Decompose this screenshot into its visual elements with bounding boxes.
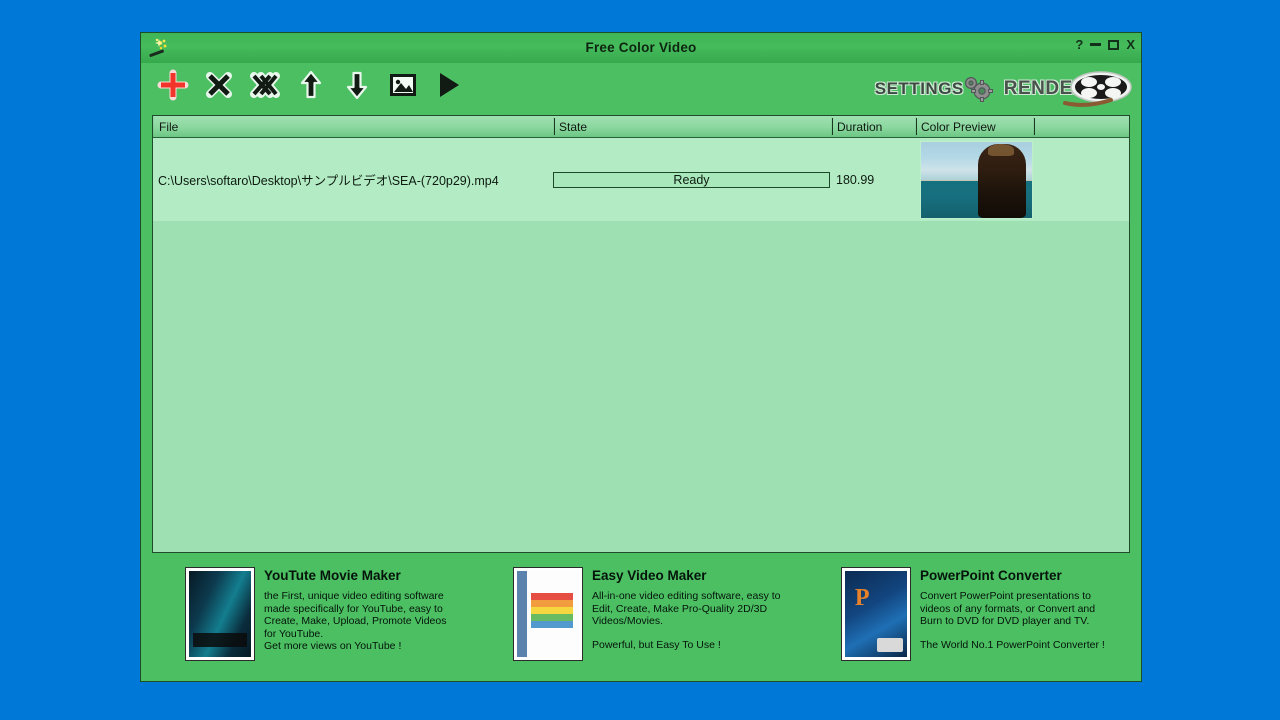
column-header-extra[interactable] [1033,116,1129,137]
play-icon [440,73,459,97]
cell-duration: 180.99 [836,172,875,187]
ad-tagline: The World No.1 PowerPoint Converter ! [920,638,1105,651]
promotion-panel: YouTute Movie Maker the First, unique vi… [141,553,1141,681]
cell-color-preview [915,138,1033,221]
ad-title: PowerPoint Converter [920,568,1062,583]
maximize-button[interactable] [1108,40,1120,50]
plus-icon [157,69,189,101]
film-reel-icon [1063,71,1132,107]
window-controls: ? X [1075,38,1135,52]
close-button[interactable]: X [1126,38,1135,52]
ad-title: Easy Video Maker [592,568,707,583]
x-icon [206,72,232,98]
cell-state: Ready [553,138,831,221]
ad-description: All-in-one video editing software, easy … [592,590,781,628]
column-header-duration[interactable]: Duration [831,116,915,137]
play-button[interactable] [431,65,467,105]
double-x-icon [250,72,280,98]
ad-youtube-movie-maker[interactable]: YouTute Movie Maker the First, unique vi… [185,567,465,681]
preview-image-button[interactable] [385,65,421,105]
list-header-row: File State Duration Color Preview [153,116,1129,138]
column-header-state[interactable]: State [553,116,831,137]
cell-extra [1033,138,1129,221]
help-button[interactable]: ? [1075,38,1083,52]
file-list[interactable]: File State Duration Color Preview C:\Use… [152,115,1130,553]
ad-boxart-powerpoint-converter [841,567,911,661]
minimize-button[interactable] [1090,42,1102,46]
ad-description: Convert PowerPoint presentations to vide… [920,590,1096,628]
settings-label: SETTINGS [874,79,964,98]
ad-easy-video-maker[interactable]: Easy Video Maker All-in-one video editin… [513,567,793,681]
status-badge: Ready [553,171,830,188]
cell-file: C:\Users\softaro\Desktop\サンプルビデオ\SEA-(72… [158,174,499,188]
column-header-color-preview[interactable]: Color Preview [915,116,1033,137]
toolbar-actions [155,65,467,105]
render-button[interactable]: RENDER [1004,69,1133,109]
arrow-up-icon [300,71,322,99]
remove-all-button[interactable] [247,65,283,105]
app-window: Free Color Video ? X SETTINGS RENDER Fil… [140,32,1142,682]
ad-title: YouTute Movie Maker [264,568,401,583]
column-header-file[interactable]: File [153,116,553,137]
picture-icon [390,74,416,96]
move-down-button[interactable] [339,65,375,105]
remove-file-button[interactable] [201,65,237,105]
settings-button[interactable]: SETTINGS [875,72,996,106]
table-row[interactable]: C:\Users\softaro\Desktop\サンプルビデオ\SEA-(72… [153,138,1129,221]
arrow-down-icon [346,71,368,99]
title-bar: Free Color Video ? X [141,33,1141,63]
color-preview-thumbnail [920,140,1033,219]
ad-description: the First, unique video editing software… [264,590,447,653]
gear-icon [964,76,993,102]
ad-boxart-easy-video-maker [513,567,583,661]
ad-boxart-youtube-movie-maker [185,567,255,661]
window-title: Free Color Video [585,40,697,55]
add-file-button[interactable] [155,65,191,105]
ad-tagline: Powerful, but Easy To Use ! [592,638,721,651]
list-empty-area[interactable] [153,221,1129,552]
toolbar: SETTINGS RENDER [141,63,1141,115]
move-up-button[interactable] [293,65,329,105]
toolbar-brand-actions: SETTINGS RENDER [875,69,1133,109]
ad-powerpoint-converter[interactable]: PowerPoint Converter Convert PowerPoint … [841,567,1121,681]
